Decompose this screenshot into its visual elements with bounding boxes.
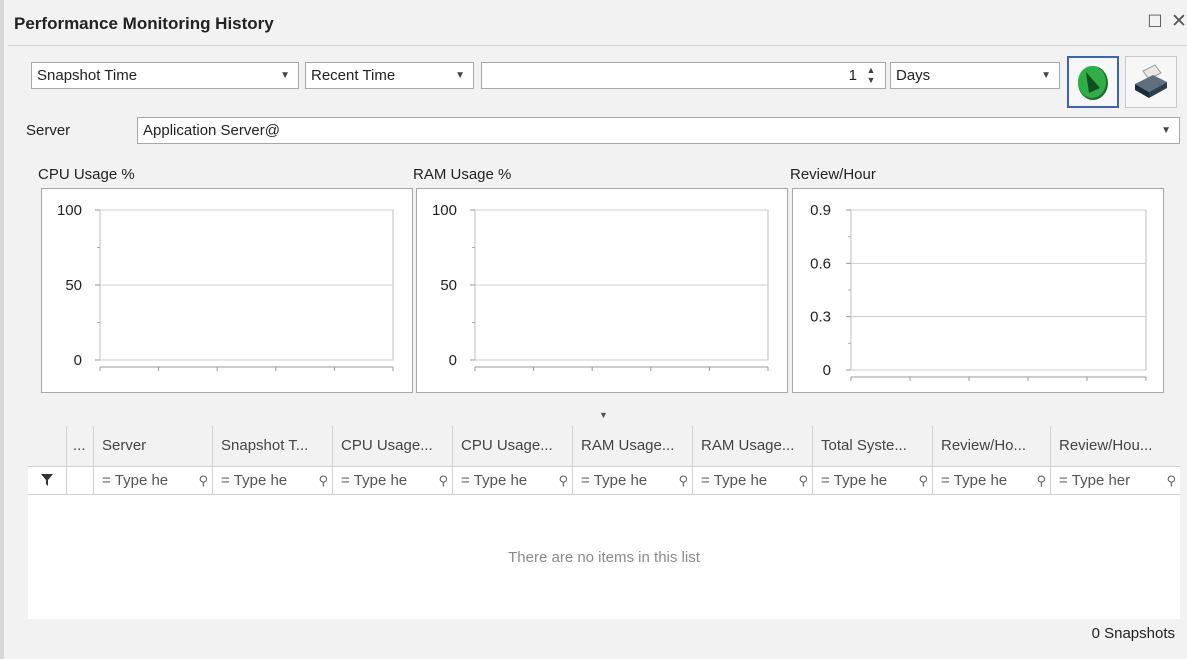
spinner-arrows-icon[interactable]: ▲ ▼ [865,65,877,85]
search-icon[interactable]: ⚲ [318,466,328,495]
equals-icon: = [821,472,830,489]
unit-value: Days [896,67,931,84]
empty-list-message: There are no items in this list [508,549,700,566]
y-tick-label: 100 [57,202,82,219]
filter-placeholder: Type he [114,472,169,489]
close-icon[interactable]: ✕ [1169,12,1187,32]
filter-input[interactable]: = Type her ⚲ [1050,466,1180,495]
filter-input[interactable]: = Type he ⚲ [93,466,212,495]
column-header[interactable]: Server [93,426,212,466]
filter-input[interactable]: = Type he ⚲ [332,466,452,495]
filter-input[interactable]: = Type he ⚲ [692,466,812,495]
column-header[interactable]: Review/Hou... [1050,426,1180,466]
server-value: Application Server@ [143,122,280,139]
group-panel-arrow-icon[interactable]: ▼ [599,410,608,420]
filter-placeholder: Type he [833,472,888,489]
search-icon[interactable]: ⚲ [798,466,808,495]
snapshot-count: 0 Snapshots [1091,625,1175,642]
search-icon[interactable]: ⚲ [678,466,688,495]
y-tick-label: 0.3 [810,309,831,326]
equals-icon: = [102,472,111,489]
run-query-icon [1078,66,1108,100]
filter-placeholder: Type he [353,472,408,489]
ram-usage-chart-plot: 100 50 0 [432,202,769,371]
equals-icon: = [341,472,350,489]
y-tick-label: 50 [65,277,82,294]
cpu-chart-title: CPU Usage % [38,166,135,183]
chevron-down-icon: ▼ [1041,70,1051,81]
time-mode-value: Recent Time [311,67,396,84]
filter-placeholder: Type he [473,472,528,489]
filter-placeholder: Type her [1071,472,1131,489]
time-field-dropdown[interactable]: Snapshot Time ▼ [31,62,299,89]
restore-icon[interactable]: ☐ [1145,12,1165,32]
window-title: Performance Monitoring History [14,14,274,33]
review-hour-chart: 0.9 0.6 0.3 0 [792,188,1164,393]
y-tick-label: 100 [432,202,457,219]
filter-cell-blank [66,466,93,495]
ram-chart-title: RAM Usage % [413,166,512,183]
equals-icon: = [461,472,470,489]
run-query-button[interactable] [1067,56,1119,108]
amount-spinner[interactable]: 1 ▲ ▼ [481,62,886,89]
title-bar: Performance Monitoring History ☐ ✕ [8,0,1187,46]
ram-usage-chart: 100 50 0 [416,188,788,393]
filter-input[interactable]: = Type he ⚲ [452,466,572,495]
server-dropdown[interactable]: Application Server@ ▼ [137,117,1180,144]
equals-icon: = [581,472,590,489]
equals-icon: = [1059,472,1068,489]
print-button[interactable] [1125,56,1177,108]
server-label: Server [26,122,71,139]
time-mode-dropdown[interactable]: Recent Time ▼ [305,62,474,89]
search-icon[interactable]: ⚲ [198,466,208,495]
filter-placeholder: Type he [233,472,288,489]
performance-monitoring-window: Performance Monitoring History ☐ ✕ Snaps… [0,0,1187,659]
search-icon[interactable]: ⚲ [918,466,928,495]
filter-placeholder: Type he [593,472,648,489]
column-header[interactable]: CPU Usage... [332,426,452,466]
print-icon [1135,64,1167,98]
column-header[interactable]: ... [66,426,93,466]
y-tick-label: 0.6 [810,255,831,272]
filter-input[interactable]: = Type he ⚲ [572,466,692,495]
column-header[interactable]: Review/Ho... [932,426,1050,466]
column-header[interactable]: RAM Usage... [692,426,812,466]
cpu-usage-chart: 100 50 0 [41,188,413,393]
filter-placeholder: Type he [713,472,768,489]
plot-frame [850,209,1147,371]
column-header[interactable]: Snapshot T... [212,426,332,466]
search-icon[interactable]: ⚲ [438,466,448,495]
column-header[interactable]: Total Syste... [812,426,932,466]
column-header[interactable]: CPU Usage... [452,426,572,466]
amount-value: 1 [848,67,857,84]
y-tick-label: 0.9 [810,202,831,219]
filter-placeholder: Type he [953,472,1008,489]
filter-input[interactable]: = Type he ⚲ [212,466,332,495]
y-tick-label: 0 [449,352,457,369]
review-chart-title: Review/Hour [790,166,876,183]
cpu-usage-chart-plot: 100 50 0 [57,202,394,371]
filter-input[interactable]: = Type he ⚲ [812,466,932,495]
equals-icon: = [941,472,950,489]
search-icon[interactable]: ⚲ [1036,466,1046,495]
y-tick-label: 50 [440,277,457,294]
equals-icon: = [701,472,710,489]
unit-dropdown[interactable]: Days ▼ [890,62,1060,89]
y-tick-label: 0 [74,352,82,369]
column-header[interactable]: RAM Usage... [572,426,692,466]
chevron-down-icon: ▼ [280,70,290,81]
filter-icon[interactable] [40,473,54,487]
chevron-down-icon: ▼ [455,70,465,81]
time-field-value: Snapshot Time [37,67,138,84]
chevron-down-icon: ▼ [1161,125,1171,136]
review-hour-chart-plot: 0.9 0.6 0.3 0 [810,202,1147,381]
search-icon[interactable]: ⚲ [558,466,568,495]
filter-input[interactable]: = Type he ⚲ [932,466,1050,495]
equals-icon: = [221,472,230,489]
search-icon[interactable]: ⚲ [1166,466,1176,495]
y-tick-label: 0 [823,362,831,379]
